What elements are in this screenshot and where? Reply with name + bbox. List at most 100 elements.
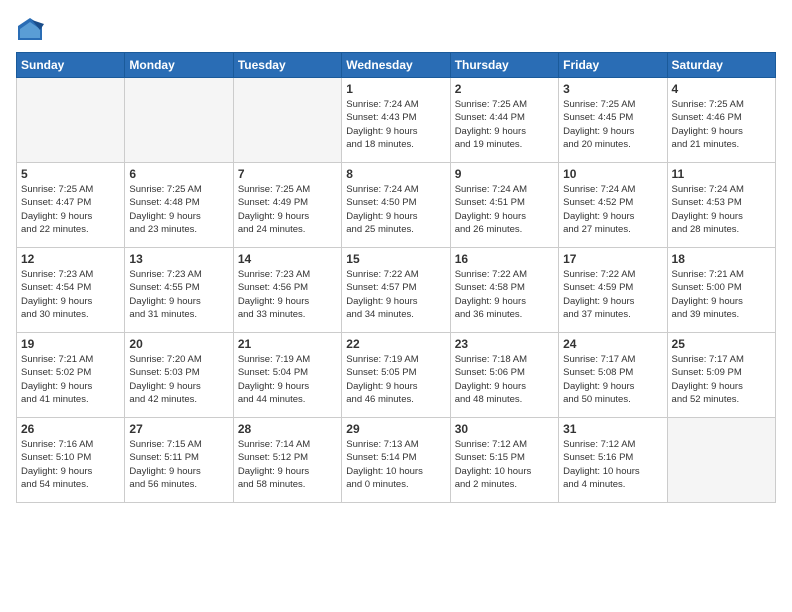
weekday-header-friday: Friday [559,53,667,78]
weekday-header-tuesday: Tuesday [233,53,341,78]
weekday-header-saturday: Saturday [667,53,775,78]
cell-info: Sunrise: 7:25 AM Sunset: 4:48 PM Dayligh… [129,183,228,236]
day-number: 26 [21,422,120,436]
day-number: 28 [238,422,337,436]
calendar-week-row: 12 Sunrise: 7:23 AM Sunset: 4:54 PM Dayli… [17,248,776,333]
day-number: 3 [563,82,662,96]
day-number: 21 [238,337,337,351]
cell-info: Sunrise: 7:18 AM Sunset: 5:06 PM Dayligh… [455,353,554,406]
calendar-cell: 13 Sunrise: 7:23 AM Sunset: 4:55 PM Dayli… [125,248,233,333]
cell-info: Sunrise: 7:19 AM Sunset: 5:05 PM Dayligh… [346,353,445,406]
calendar-cell [233,78,341,163]
logo-icon [16,16,44,44]
weekday-header-sunday: Sunday [17,53,125,78]
cell-info: Sunrise: 7:25 AM Sunset: 4:49 PM Dayligh… [238,183,337,236]
calendar-cell: 17 Sunrise: 7:22 AM Sunset: 4:59 PM Dayli… [559,248,667,333]
day-number: 10 [563,167,662,181]
calendar-cell: 22 Sunrise: 7:19 AM Sunset: 5:05 PM Dayli… [342,333,450,418]
calendar-cell: 24 Sunrise: 7:17 AM Sunset: 5:08 PM Dayli… [559,333,667,418]
calendar-week-row: 19 Sunrise: 7:21 AM Sunset: 5:02 PM Dayli… [17,333,776,418]
calendar-cell: 20Sunrise: 7:20 AM Sunset: 5:03 PM Dayli… [125,333,233,418]
calendar-cell: 23Sunrise: 7:18 AM Sunset: 5:06 PM Dayli… [450,333,558,418]
day-number: 5 [21,167,120,181]
cell-info: Sunrise: 7:15 AM Sunset: 5:11 PM Dayligh… [129,438,228,491]
cell-info: Sunrise: 7:25 AM Sunset: 4:46 PM Dayligh… [672,98,771,151]
cell-info: Sunrise: 7:14 AM Sunset: 5:12 PM Dayligh… [238,438,337,491]
cell-info: Sunrise: 7:25 AM Sunset: 4:47 PM Dayligh… [21,183,120,236]
cell-info: Sunrise: 7:24 AM Sunset: 4:52 PM Dayligh… [563,183,662,236]
calendar-cell: 10 Sunrise: 7:24 AM Sunset: 4:52 PM Dayli… [559,163,667,248]
day-number: 20 [129,337,228,351]
cell-info: Sunrise: 7:17 AM Sunset: 5:08 PM Dayligh… [563,353,662,406]
cell-info: Sunrise: 7:22 AM Sunset: 4:58 PM Dayligh… [455,268,554,321]
cell-info: Sunrise: 7:25 AM Sunset: 4:44 PM Dayligh… [455,98,554,151]
cell-info: Sunrise: 7:13 AM Sunset: 5:14 PM Dayligh… [346,438,445,491]
cell-info: Sunrise: 7:17 AM Sunset: 5:09 PM Dayligh… [672,353,771,406]
cell-info: Sunrise: 7:22 AM Sunset: 4:59 PM Dayligh… [563,268,662,321]
page-header [16,16,776,44]
day-number: 2 [455,82,554,96]
calendar-cell [125,78,233,163]
cell-info: Sunrise: 7:24 AM Sunset: 4:53 PM Dayligh… [672,183,771,236]
calendar-cell: 16 Sunrise: 7:22 AM Sunset: 4:58 PM Dayli… [450,248,558,333]
cell-info: Sunrise: 7:12 AM Sunset: 5:16 PM Dayligh… [563,438,662,491]
cell-info: Sunrise: 7:21 AM Sunset: 5:00 PM Dayligh… [672,268,771,321]
calendar-cell: 11 Sunrise: 7:24 AM Sunset: 4:53 PM Dayli… [667,163,775,248]
calendar-table: SundayMondayTuesdayWednesdayThursdayFrid… [16,52,776,503]
day-number: 12 [21,252,120,266]
calendar-cell: 12 Sunrise: 7:23 AM Sunset: 4:54 PM Dayli… [17,248,125,333]
calendar-cell: 4Sunrise: 7:25 AM Sunset: 4:46 PM Daylig… [667,78,775,163]
calendar-cell [17,78,125,163]
day-number: 29 [346,422,445,436]
cell-info: Sunrise: 7:23 AM Sunset: 4:54 PM Dayligh… [21,268,120,321]
cell-info: Sunrise: 7:24 AM Sunset: 4:43 PM Dayligh… [346,98,445,151]
cell-info: Sunrise: 7:12 AM Sunset: 5:15 PM Dayligh… [455,438,554,491]
day-number: 1 [346,82,445,96]
day-number: 27 [129,422,228,436]
calendar-week-row: 26 Sunrise: 7:16 AM Sunset: 5:10 PM Dayli… [17,418,776,503]
day-number: 6 [129,167,228,181]
calendar-cell: 5 Sunrise: 7:25 AM Sunset: 4:47 PM Daylig… [17,163,125,248]
calendar-cell: 27 Sunrise: 7:15 AM Sunset: 5:11 PM Dayli… [125,418,233,503]
day-number: 11 [672,167,771,181]
calendar-week-row: 1 Sunrise: 7:24 AM Sunset: 4:43 PM Daylig… [17,78,776,163]
cell-info: Sunrise: 7:16 AM Sunset: 5:10 PM Dayligh… [21,438,120,491]
day-number: 24 [563,337,662,351]
cell-info: Sunrise: 7:21 AM Sunset: 5:02 PM Dayligh… [21,353,120,406]
weekday-header-row: SundayMondayTuesdayWednesdayThursdayFrid… [17,53,776,78]
cell-info: Sunrise: 7:23 AM Sunset: 4:55 PM Dayligh… [129,268,228,321]
weekday-header-wednesday: Wednesday [342,53,450,78]
day-number: 15 [346,252,445,266]
calendar-cell: 7Sunrise: 7:25 AM Sunset: 4:49 PM Daylig… [233,163,341,248]
calendar-cell: 15Sunrise: 7:22 AM Sunset: 4:57 PM Dayli… [342,248,450,333]
calendar-cell: 19 Sunrise: 7:21 AM Sunset: 5:02 PM Dayli… [17,333,125,418]
calendar-cell: 6 Sunrise: 7:25 AM Sunset: 4:48 PM Daylig… [125,163,233,248]
calendar-cell: 1 Sunrise: 7:24 AM Sunset: 4:43 PM Daylig… [342,78,450,163]
day-number: 8 [346,167,445,181]
day-number: 9 [455,167,554,181]
day-number: 22 [346,337,445,351]
day-number: 17 [563,252,662,266]
calendar-cell: 18 Sunrise: 7:21 AM Sunset: 5:00 PM Dayli… [667,248,775,333]
calendar-cell: 30 Sunrise: 7:12 AM Sunset: 5:15 PM Dayli… [450,418,558,503]
weekday-header-monday: Monday [125,53,233,78]
calendar-cell: 31 Sunrise: 7:12 AM Sunset: 5:16 PM Dayli… [559,418,667,503]
cell-info: Sunrise: 7:23 AM Sunset: 4:56 PM Dayligh… [238,268,337,321]
day-number: 14 [238,252,337,266]
cell-info: Sunrise: 7:24 AM Sunset: 4:50 PM Dayligh… [346,183,445,236]
calendar-cell: 29 Sunrise: 7:13 AM Sunset: 5:14 PM Dayli… [342,418,450,503]
day-number: 30 [455,422,554,436]
calendar-week-row: 5 Sunrise: 7:25 AM Sunset: 4:47 PM Daylig… [17,163,776,248]
day-number: 16 [455,252,554,266]
calendar-cell: 3Sunrise: 7:25 AM Sunset: 4:45 PM Daylig… [559,78,667,163]
day-number: 13 [129,252,228,266]
calendar-cell: 14 Sunrise: 7:23 AM Sunset: 4:56 PM Dayli… [233,248,341,333]
calendar-cell [667,418,775,503]
calendar-cell: 26 Sunrise: 7:16 AM Sunset: 5:10 PM Dayli… [17,418,125,503]
calendar-cell: 8 Sunrise: 7:24 AM Sunset: 4:50 PM Daylig… [342,163,450,248]
day-number: 31 [563,422,662,436]
day-number: 18 [672,252,771,266]
calendar-cell: 2 Sunrise: 7:25 AM Sunset: 4:44 PM Daylig… [450,78,558,163]
day-number: 19 [21,337,120,351]
day-number: 25 [672,337,771,351]
